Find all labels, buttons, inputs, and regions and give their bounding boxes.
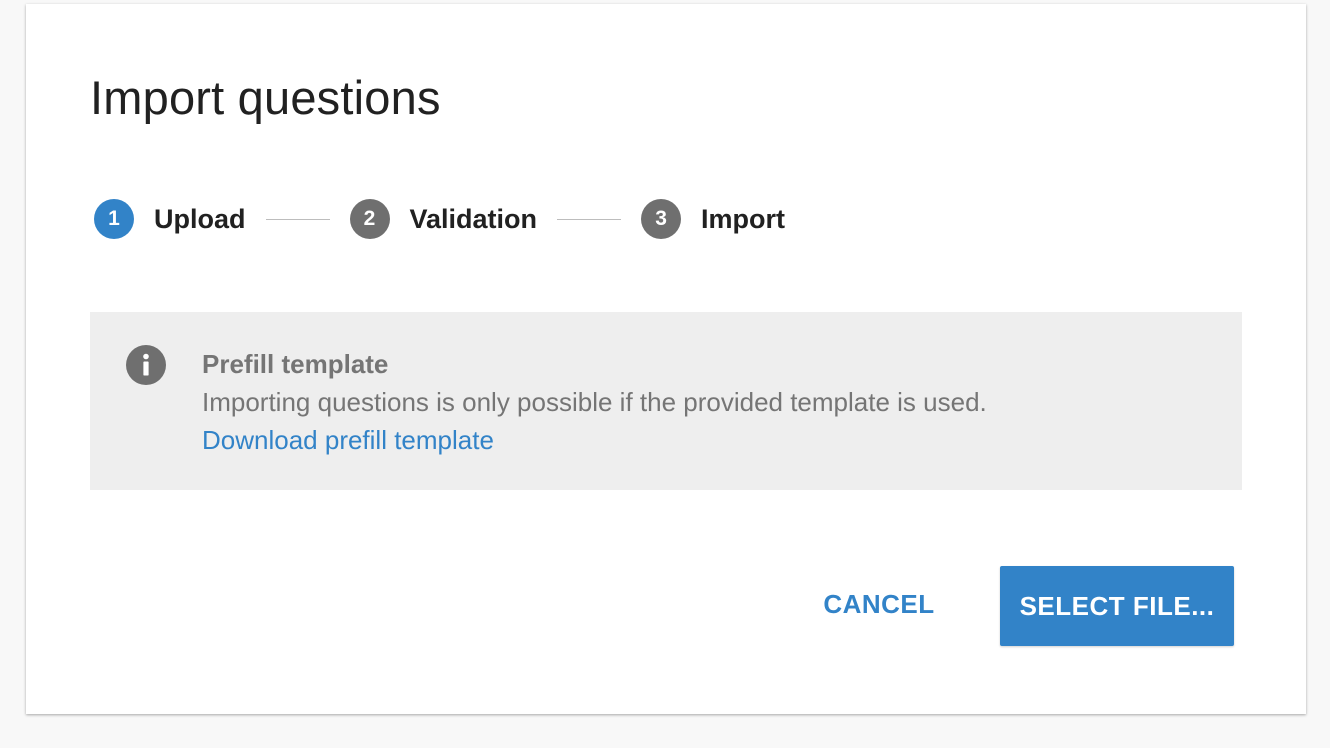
info-icon xyxy=(126,345,166,385)
import-questions-dialog: Import questions 1 Upload 2 Validation 3… xyxy=(26,4,1306,714)
prefill-template-info-box: Prefill template Importing questions is … xyxy=(90,312,1242,490)
info-heading: Prefill template xyxy=(202,349,389,379)
stepper: 1 Upload 2 Validation 3 Import xyxy=(94,198,785,240)
info-body: Importing questions is only possible if … xyxy=(202,387,987,417)
step-import: 3 Import xyxy=(641,199,785,239)
step-label: Import xyxy=(701,203,786,234)
step-upload: 1 Upload xyxy=(94,199,246,239)
step-validation: 2 Validation xyxy=(349,199,538,239)
step-label: Upload xyxy=(154,203,246,234)
step-connector xyxy=(557,218,622,220)
download-prefill-template-link[interactable]: Download prefill template xyxy=(202,421,494,459)
step-label: Validation xyxy=(409,203,538,234)
step-connector xyxy=(265,218,330,220)
select-file-button[interactable]: SELECT FILE... xyxy=(1000,566,1234,646)
step-number-circle: 3 xyxy=(641,199,682,239)
dialog-title: Import questions xyxy=(90,71,441,124)
step-number-circle: 1 xyxy=(94,199,134,239)
step-number-circle: 2 xyxy=(349,199,390,239)
info-icon-glyph xyxy=(143,353,149,376)
info-text: Prefill template Importing questions is … xyxy=(202,345,987,459)
cancel-button[interactable]: CANCEL xyxy=(808,578,950,630)
